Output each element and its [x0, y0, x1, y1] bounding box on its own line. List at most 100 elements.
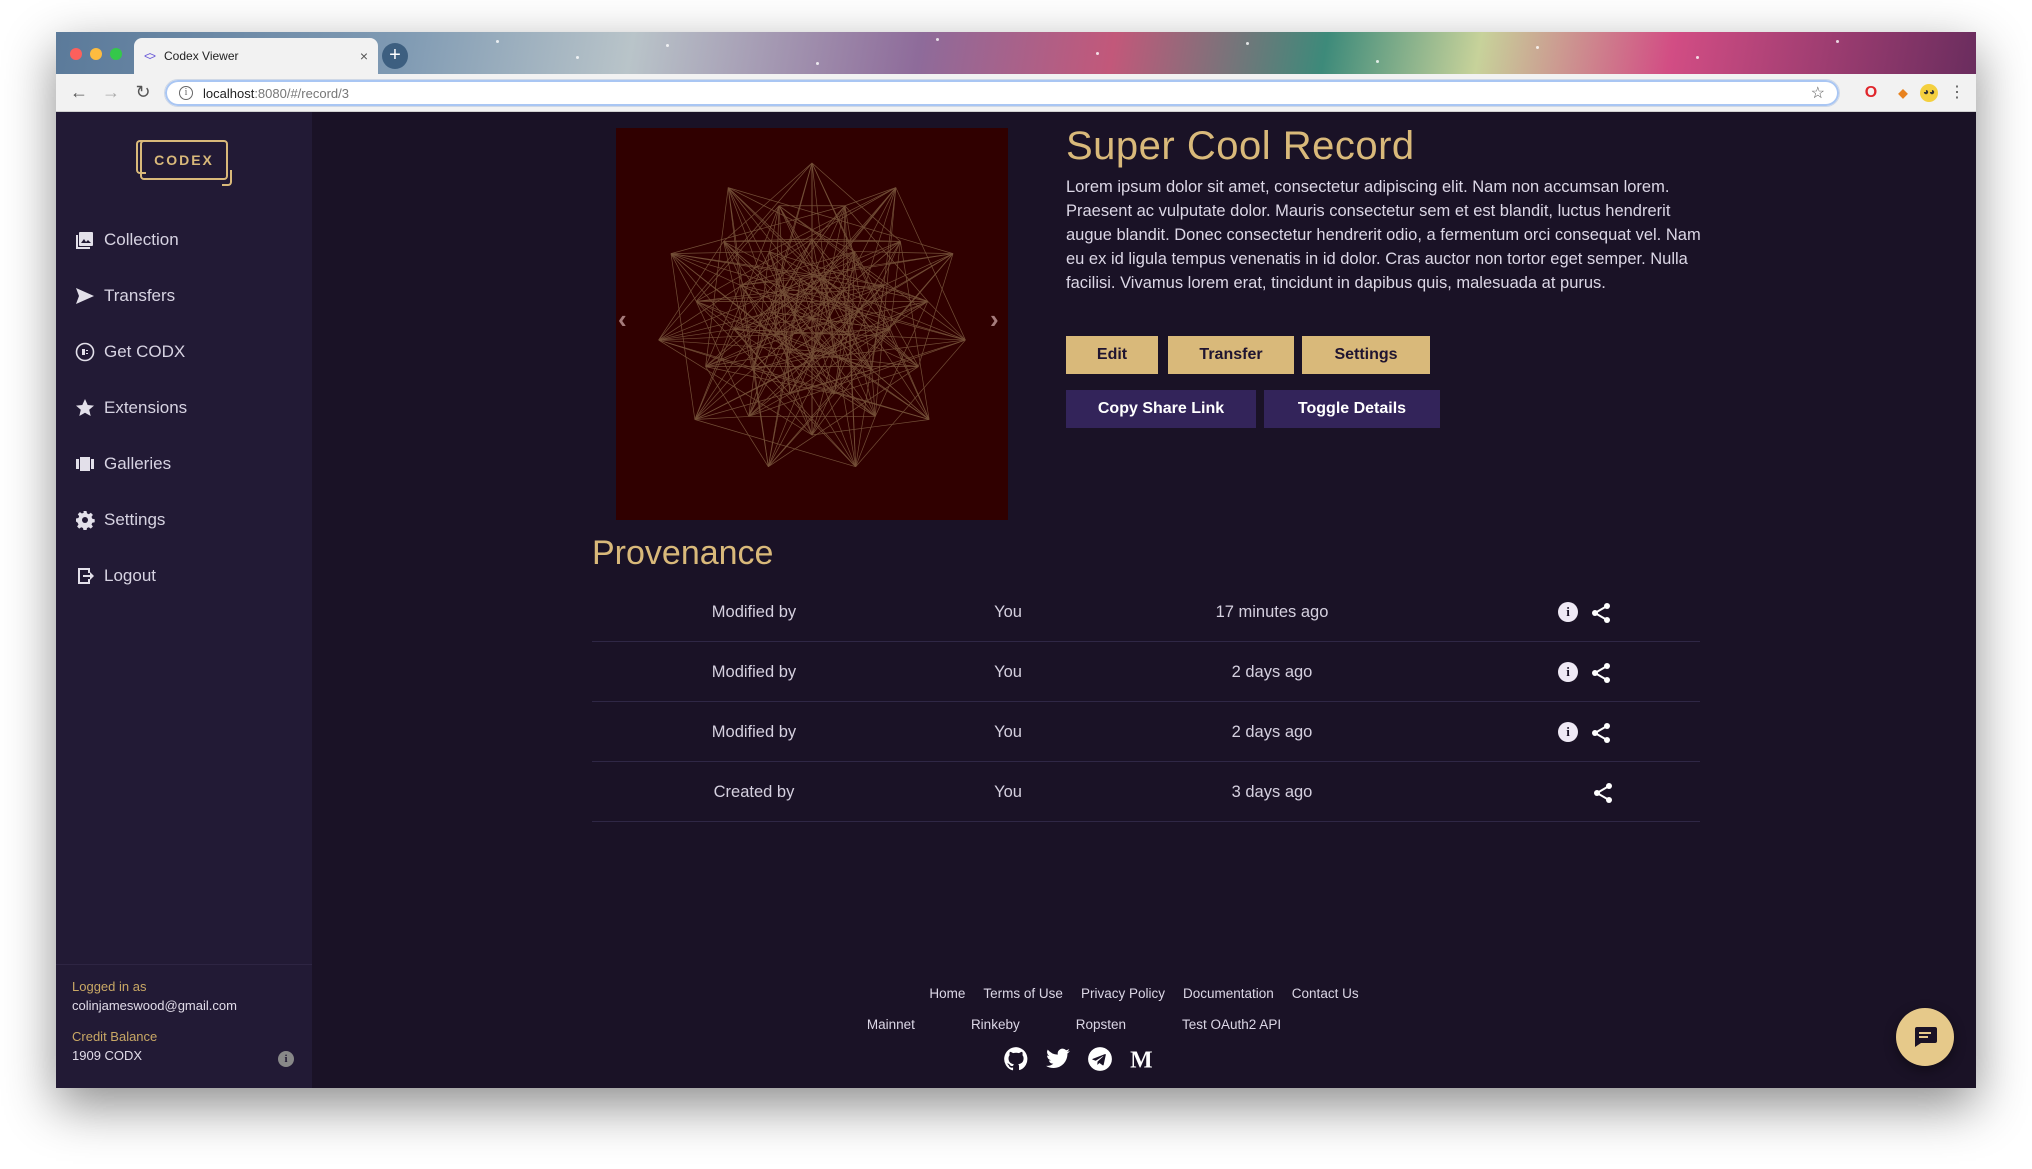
record-page: ‹ › Super Cool Record Lorem ipsum dolor … — [312, 112, 1976, 1088]
sidebar-item-settings[interactable]: Settings — [56, 492, 312, 548]
gear-icon — [74, 509, 96, 531]
info-icon[interactable]: i — [1558, 662, 1578, 682]
tab-close-icon[interactable]: × — [360, 48, 368, 64]
tab-strip: <> Codex Viewer × + — [56, 32, 1976, 74]
footer-link-terms[interactable]: Terms of Use — [983, 986, 1063, 1001]
medium-icon[interactable]: M — [1129, 1046, 1155, 1072]
twitter-icon[interactable] — [1045, 1046, 1071, 1072]
site-info-icon[interactable]: i — [179, 86, 193, 100]
provenance-action: Modified by — [711, 723, 797, 741]
sidebar-item-galleries[interactable]: Galleries — [56, 436, 312, 492]
logged-in-label: Logged in as — [72, 979, 147, 994]
row-actions: i — [1558, 662, 1612, 684]
back-arrow-icon[interactable]: ← — [68, 82, 90, 103]
provenance-user: You — [994, 603, 1022, 621]
carousel-prev-icon[interactable]: ‹ — [618, 304, 627, 335]
sidebar-item-transfers[interactable]: Transfers — [56, 268, 312, 324]
record-image — [658, 162, 966, 468]
sidebar-item-label: Logout — [104, 566, 156, 585]
sidebar-menu: Collection Transfers Get CODX Extensions… — [56, 212, 312, 604]
sidebar-item-label: Galleries — [104, 454, 172, 473]
reload-icon[interactable]: ↻ — [132, 82, 154, 103]
footer-link-home[interactable]: Home — [929, 986, 965, 1001]
transfer-button[interactable]: Transfer — [1168, 336, 1294, 374]
share-icon[interactable] — [1590, 722, 1612, 744]
provenance-user: You — [994, 723, 1022, 741]
tab-title: Codex Viewer — [164, 49, 239, 63]
table-row: Created by You 3 days ago — [592, 762, 1700, 822]
carousel-next-icon[interactable]: › — [990, 304, 999, 335]
url-host: localhost — [203, 85, 255, 101]
forward-arrow-icon[interactable]: → — [100, 82, 122, 103]
collection-icon — [74, 229, 96, 251]
logout-icon — [74, 565, 96, 587]
copy-share-link-button[interactable]: Copy Share Link — [1066, 390, 1256, 428]
record-description: Lorem ipsum dolor sit amet, consectetur … — [1066, 178, 1701, 292]
url-text: localhost:8080/#/record/3 — [203, 86, 1811, 101]
network-link-rinkeby[interactable]: Rinkeby — [971, 1017, 1020, 1032]
toggle-details-button[interactable]: Toggle Details — [1264, 390, 1440, 428]
network-link-mainnet[interactable]: Mainnet — [867, 1017, 915, 1032]
address-bar[interactable]: i localhost:8080/#/record/3 ☆ — [164, 79, 1840, 107]
chat-bubble-icon — [1915, 1027, 1937, 1047]
url-path: :8080/#/record/3 — [254, 85, 349, 101]
footer: Home Terms of Use Privacy Policy Documen… — [312, 986, 1976, 1072]
provenance-time: 3 days ago — [1231, 783, 1313, 801]
sidebar-item-label: Collection — [104, 230, 179, 249]
codex-logo[interactable]: CODEX — [136, 140, 232, 186]
record-image-carousel: ‹ › — [616, 128, 1008, 520]
sidebar: CODEX Collection Transfers Get CODX Exte… — [56, 112, 312, 1088]
info-icon[interactable]: i — [1558, 722, 1578, 742]
telegram-icon[interactable] — [1087, 1046, 1113, 1072]
provenance-table: Modified by You 17 minutes ago i Modifie… — [592, 582, 1700, 822]
provenance-action: Modified by — [711, 603, 797, 621]
footer-links: Home Terms of Use Privacy Policy Documen… — [312, 986, 1976, 1001]
sidebar-item-label: Transfers — [104, 286, 176, 305]
share-icon[interactable] — [1590, 662, 1612, 684]
star-icon — [74, 397, 96, 419]
browser-tab[interactable]: <> Codex Viewer × — [134, 38, 378, 74]
settings-button[interactable]: Settings — [1302, 336, 1430, 374]
browser-menu-icon[interactable]: ⋮ — [1946, 82, 1968, 102]
footer-link-privacy[interactable]: Privacy Policy — [1081, 986, 1165, 1001]
row-actions: i — [1558, 602, 1612, 624]
footer-link-docs[interactable]: Documentation — [1183, 986, 1274, 1001]
logged-in-email: colinjameswood@gmail.com — [72, 998, 237, 1013]
provenance-title: Provenance — [592, 534, 774, 572]
close-window-button[interactable] — [70, 48, 82, 60]
sidebar-item-collection[interactable]: Collection — [56, 212, 312, 268]
metamask-extension-icon[interactable]: ◆ — [1894, 84, 1912, 102]
network-link-ropsten[interactable]: Ropsten — [1076, 1017, 1126, 1032]
provenance-time: 2 days ago — [1231, 663, 1313, 681]
network-links: Mainnet Rinkeby Ropsten Test OAuth2 API — [172, 1017, 1976, 1032]
minimize-window-button[interactable] — [90, 48, 102, 60]
maximize-window-button[interactable] — [110, 48, 122, 60]
chat-button[interactable] — [1896, 1008, 1954, 1066]
table-row: Modified by You 17 minutes ago i — [592, 582, 1700, 642]
sidebar-item-label: Get CODX — [104, 342, 186, 361]
sidebar-item-extensions[interactable]: Extensions — [56, 380, 312, 436]
provenance-user: You — [994, 663, 1022, 681]
sidebar-item-label: Extensions — [104, 398, 188, 417]
info-icon[interactable]: i — [1558, 602, 1578, 622]
record-title: Super Cool Record — [1066, 124, 1415, 168]
row-actions: i — [1558, 722, 1612, 744]
share-icon[interactable] — [1590, 602, 1612, 624]
footer-link-contact[interactable]: Contact Us — [1292, 986, 1359, 1001]
opera-extension-icon[interactable]: O — [1862, 84, 1880, 102]
new-tab-button[interactable]: + — [382, 43, 408, 69]
bookmark-star-icon[interactable]: ☆ — [1811, 83, 1825, 103]
browser-toolbar: ← → ↻ i localhost:8080/#/record/3 ☆ O ◆ … — [56, 74, 1976, 112]
network-link-oauth[interactable]: Test OAuth2 API — [1182, 1017, 1281, 1032]
provenance-action: Created by — [713, 783, 795, 801]
row-actions — [1592, 782, 1614, 804]
codex-favicon-icon: <> — [144, 49, 156, 63]
edit-button[interactable]: Edit — [1066, 336, 1158, 374]
sidebar-item-get-codx[interactable]: Get CODX — [56, 324, 312, 380]
table-row: Modified by You 2 days ago i — [592, 642, 1700, 702]
emoji-extension-icon[interactable]: ◕◕ — [1920, 84, 1938, 102]
sidebar-item-logout[interactable]: Logout — [56, 548, 312, 604]
share-icon[interactable] — [1592, 782, 1614, 804]
github-icon[interactable] — [1003, 1046, 1029, 1072]
galleries-icon — [74, 453, 96, 475]
